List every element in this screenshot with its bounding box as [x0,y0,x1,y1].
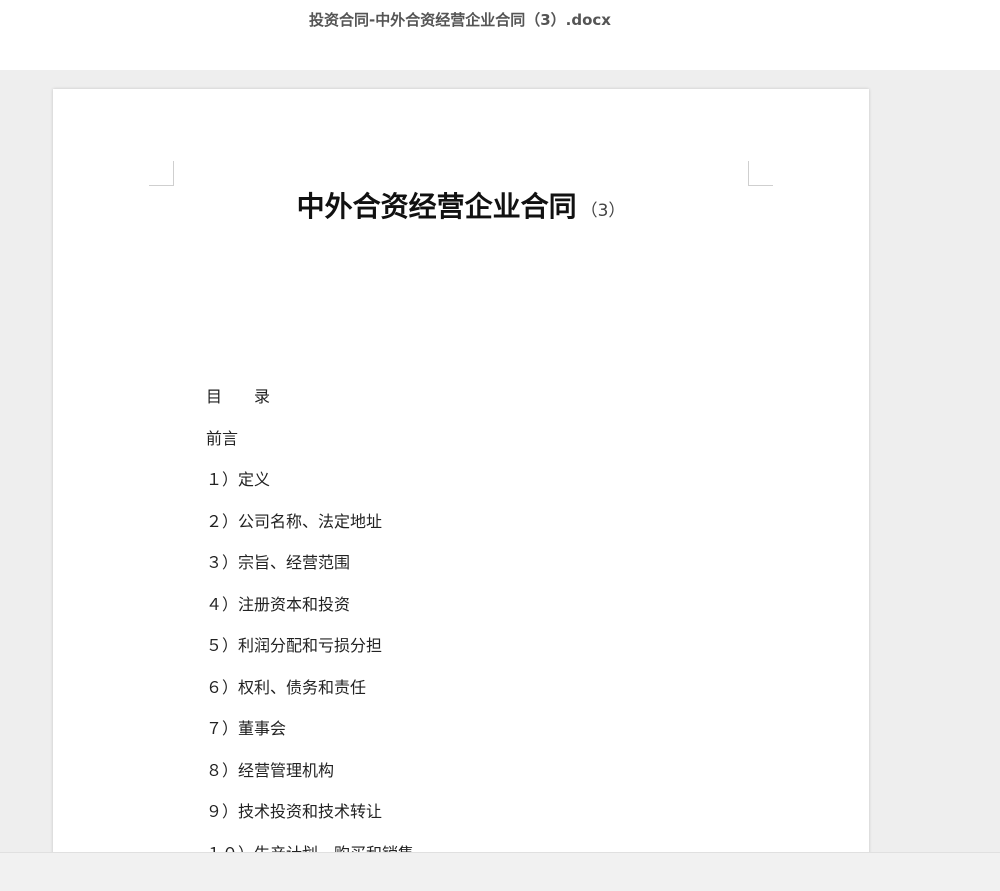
file-title: 投资合同-中外合资经营企业合同（3）.docx [309,11,611,29]
document-page[interactable]: 中外合资经营企业合同 （3） 目 录 前言 １）定义 ２）公司名称、法定地址 ３）… [53,89,869,852]
toc-item: ４）注册资本和投资 [206,594,351,614]
bottom-bar [0,852,1000,891]
toc-item: 前言 [206,428,239,448]
toc-item: ７）董事会 [206,719,287,738]
document-heading: 中外合资经营企业合同 （3） [53,185,869,225]
toc-heading: 目 录 [206,387,271,406]
toc-item: ５）利润分配和亏损分担 [206,636,383,655]
toc-item: ３）宗旨、经营范围 [206,553,351,572]
toc-item: １０）生产计划、购买和销售 [206,842,766,853]
toc-item: ２）公司名称、法定地址 [206,511,383,531]
document-title-suffix: （3） [580,201,626,221]
toc-item: ９）技术投资和技术转让 [206,802,383,821]
table-of-contents: 目 录 前言 １）定义 ２）公司名称、法定地址 ３）宗旨、经营范围 ４）注册资本… [206,385,766,852]
toc-item: １）定义 [206,470,271,489]
margin-corner-mark-left [149,161,174,186]
margin-corner-mark-right [748,161,773,186]
document-canvas[interactable]: 中外合资经营企业合同 （3） 目 录 前言 １）定义 ２）公司名称、法定地址 ３）… [0,70,1000,852]
toc-item: ８）经营管理机构 [206,760,335,780]
toc-item: ６）权利、债务和责任 [206,677,367,697]
document-title: 中外合资经营企业合同 [296,190,577,223]
title-bar: 投资合同-中外合资经营企业合同（3）.docx [0,0,1000,70]
